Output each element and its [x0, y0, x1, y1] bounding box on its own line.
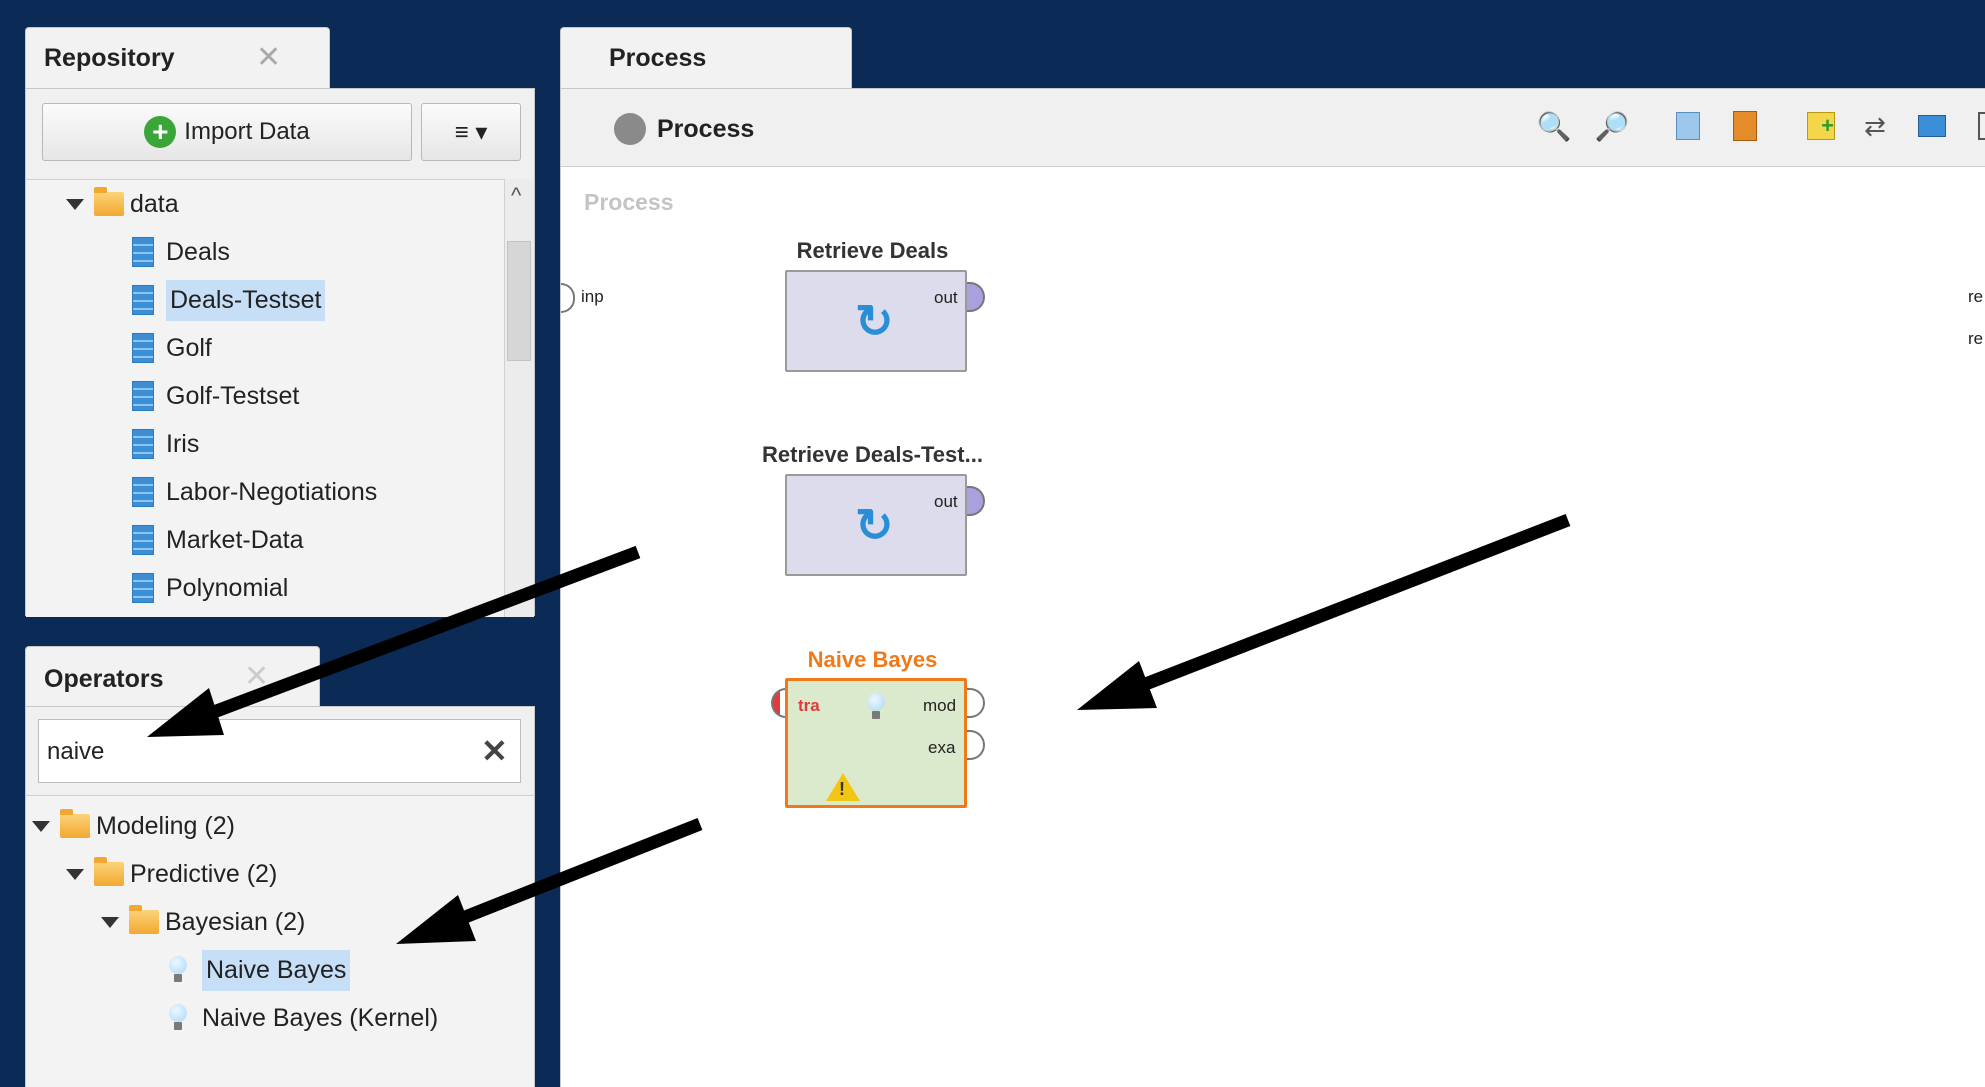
arrow-to-search: [147, 545, 641, 737]
arrow-to-naive-bayes-operator: [1077, 513, 1571, 710]
arrow-to-naive-bayes-item: [396, 817, 703, 944]
annotation-arrows: [147, 513, 1571, 944]
